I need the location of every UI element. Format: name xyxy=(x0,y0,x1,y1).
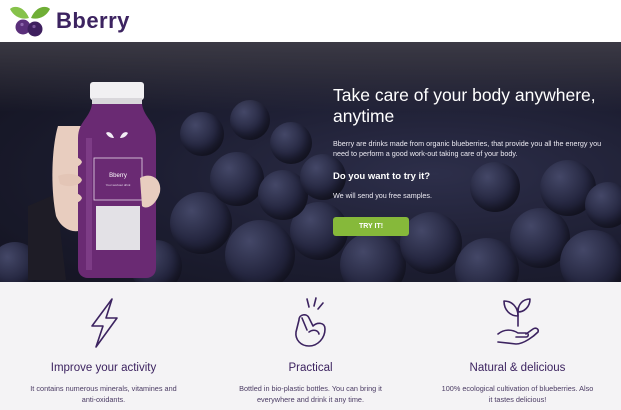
feature-improve-activity: Improve your activity It contains numero… xyxy=(0,282,207,410)
bottle-brand-label: Bberry xyxy=(109,173,127,179)
hero-section: Bberry Your workout drink Take care of y… xyxy=(0,42,621,282)
bottle-sub-label: Your workout drink xyxy=(106,183,131,187)
feature-text: It contains numerous minerals, vitamines… xyxy=(30,384,177,404)
lightning-bolt-icon xyxy=(91,298,118,348)
feature-natural-delicious: Natural & delicious 100% ecological cult… xyxy=(414,282,621,410)
top-bar: Bberry xyxy=(0,0,621,42)
hero-title: Take care of your body anywhere, anytime xyxy=(333,85,596,126)
brand-name[interactable]: Bberry xyxy=(56,8,130,34)
feature-title: Improve your activity xyxy=(50,362,157,374)
blueberry-leaf-logo-icon[interactable] xyxy=(8,3,52,39)
features-section: Improve your activity It contains numero… xyxy=(0,282,621,410)
hero-note: We will send you free samples. xyxy=(333,191,432,200)
feature-title: Practical xyxy=(288,362,333,374)
hero-question: Do you want to try it? xyxy=(333,171,431,182)
hero-description: Bberry are drinks made from organic blue… xyxy=(333,139,602,158)
snapping-hand-icon xyxy=(295,297,326,347)
feature-practical: Practical Bottled in bio-plastic bottles… xyxy=(207,282,414,410)
feature-text: 100% ecological cultivation of blueberri… xyxy=(441,384,594,404)
feature-title: Natural & delicious xyxy=(469,362,566,374)
feature-text: Bottled in bio-plastic bottles. You can … xyxy=(239,384,382,404)
hand-with-sprout-icon xyxy=(497,298,539,345)
hero-copy: Take care of your body anywhere, anytime… xyxy=(333,85,603,200)
try-it-button[interactable]: TRY IT! xyxy=(333,217,409,236)
juice-bottle-image: Bberry Your workout drink xyxy=(28,82,161,280)
